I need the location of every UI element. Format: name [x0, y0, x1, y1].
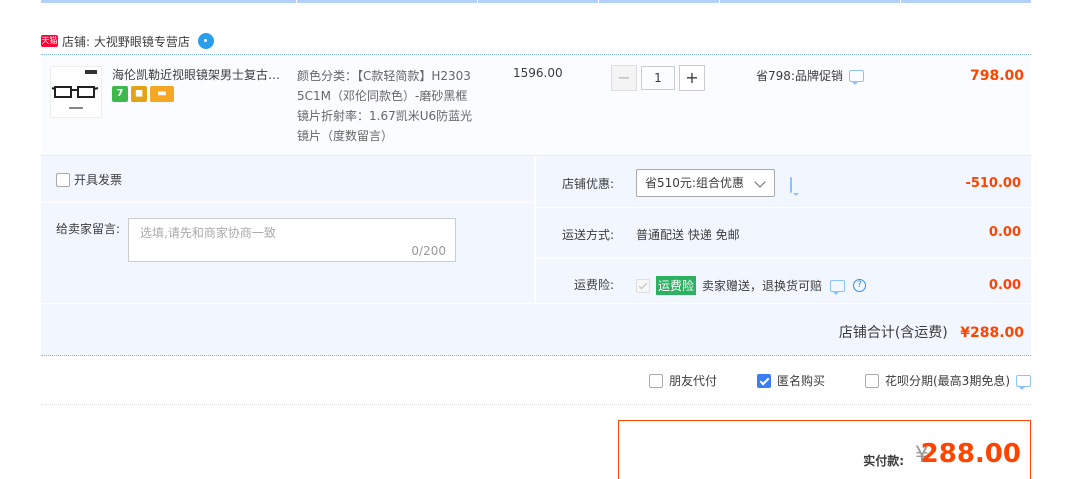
service-badges: 7 ◼ ▬ [112, 86, 174, 102]
anonymous-label: 匿名购买 [777, 374, 826, 388]
invoice-label: 开具发票 [74, 173, 123, 187]
payment-label: 实付款: [863, 454, 904, 468]
promotion-info: 省798:品牌促销 [756, 67, 864, 85]
message-char-counter: 0/200 [411, 244, 446, 258]
shipping-amount: 0.00 [988, 225, 1021, 240]
product-title[interactable]: 海伦凯勒近视眼镜架男士复古商务方框 [112, 66, 292, 83]
promotion-text: 省798:品牌促销 [756, 69, 843, 83]
sku-line: 颜色分类：【C款轻简款】H2303 [297, 69, 471, 83]
discount-select[interactable]: 省510元:组合优惠 [636, 169, 775, 197]
shipping-label: 运送方式: [561, 228, 614, 242]
huabei-option[interactable]: 花呗分期(最高3期免息) [865, 372, 1031, 390]
divider [536, 207, 1031, 208]
quantity-stepper: − 1 + [611, 65, 705, 91]
friend-pay-label: 朋友代付 [669, 374, 718, 388]
message-icon[interactable] [830, 279, 846, 295]
seller-message-input[interactable]: 选填,请先和商家协商一致 0/200 [128, 218, 456, 262]
shop-header: 天猫 店铺: 大视野眼镜专营店 [41, 32, 214, 50]
huabei-label: 花呗分期(最高3期免息) [885, 374, 1010, 388]
product-sku: 颜色分类：【C款轻简款】H2303 5C1M（邓伦同款色）-磨砂黑框 镜片折射率… [297, 66, 497, 146]
shop-total-amount: ¥288.00 [960, 325, 1024, 341]
shop-total-label: 店铺合计(含运费) [838, 325, 948, 341]
wangwang-chat-icon[interactable] [197, 33, 214, 49]
quantity-input[interactable]: 1 [641, 66, 675, 90]
product-thumbnail[interactable] [50, 66, 102, 118]
anonymous-option[interactable]: 匿名购买 [757, 372, 825, 389]
friend-pay-checkbox[interactable] [649, 373, 663, 388]
invoice-option[interactable]: 开具发票 [56, 171, 122, 188]
discount-selected: 省510元:组合优惠 [645, 176, 744, 190]
decrease-quantity-button[interactable]: − [611, 65, 637, 91]
item-subtotal: 798.00 [969, 68, 1024, 84]
seven-day-return-icon: 7 [112, 86, 128, 102]
payment-amount: 288.00 [920, 439, 1021, 469]
insurance-tag: 运费险 [656, 276, 697, 295]
divider [536, 258, 1031, 259]
insurance-desc: 卖家赠送，退换货可赔 [702, 279, 823, 293]
insurance-label: 运费险: [573, 278, 614, 292]
huabei-checkbox[interactable] [865, 373, 879, 388]
divider [41, 54, 1031, 55]
insurance-checkbox [636, 278, 650, 293]
discount-label: 店铺优惠: [561, 177, 614, 191]
message-placeholder: 选填,请先和商家协商一致 [140, 226, 276, 240]
insurance-amount: 0.00 [988, 278, 1021, 293]
shop-name[interactable]: 店铺: 大视野眼镜专营店 [62, 33, 190, 50]
discount-amount: -510.00 [965, 176, 1021, 191]
insurance-option: 运费险 卖家赠送，退换货可赔 ? [636, 276, 867, 295]
friend-pay-option[interactable]: 朋友代付 [649, 372, 717, 389]
chevron-down-icon [754, 176, 766, 188]
message-icon[interactable] [1016, 374, 1031, 390]
increase-quantity-button[interactable]: + [679, 65, 705, 91]
message-icon[interactable] [790, 177, 792, 193]
anonymous-checkbox[interactable] [757, 373, 771, 388]
table-header-bar [41, 0, 1031, 3]
message-label: 给卖家留言: [56, 222, 121, 236]
message-icon[interactable] [848, 69, 864, 85]
divider [41, 202, 534, 203]
invoice-checkbox[interactable] [56, 172, 70, 187]
sku-line: 5C1M（邓伦同款色）-磨砂黑框 [297, 89, 468, 103]
sku-line: 镜片（度数留言） [297, 129, 394, 143]
unit-price: 1596.00 [513, 66, 563, 80]
sku-line: 镜片折射率：1.67凯米U6防蓝光 [297, 109, 473, 123]
shop-total: 店铺合计(含运费) ¥288.00 [839, 322, 1024, 342]
help-icon[interactable]: ? [853, 279, 867, 292]
guarantee-icon: ◼ [131, 86, 147, 102]
shipping-method: 普通配送 快递 免邮 [636, 228, 740, 242]
payment-summary: 实付款: ¥ 288.00 [618, 420, 1031, 479]
credit-card-icon: ▬ [150, 86, 174, 102]
tmall-badge: 天猫 [41, 35, 58, 47]
